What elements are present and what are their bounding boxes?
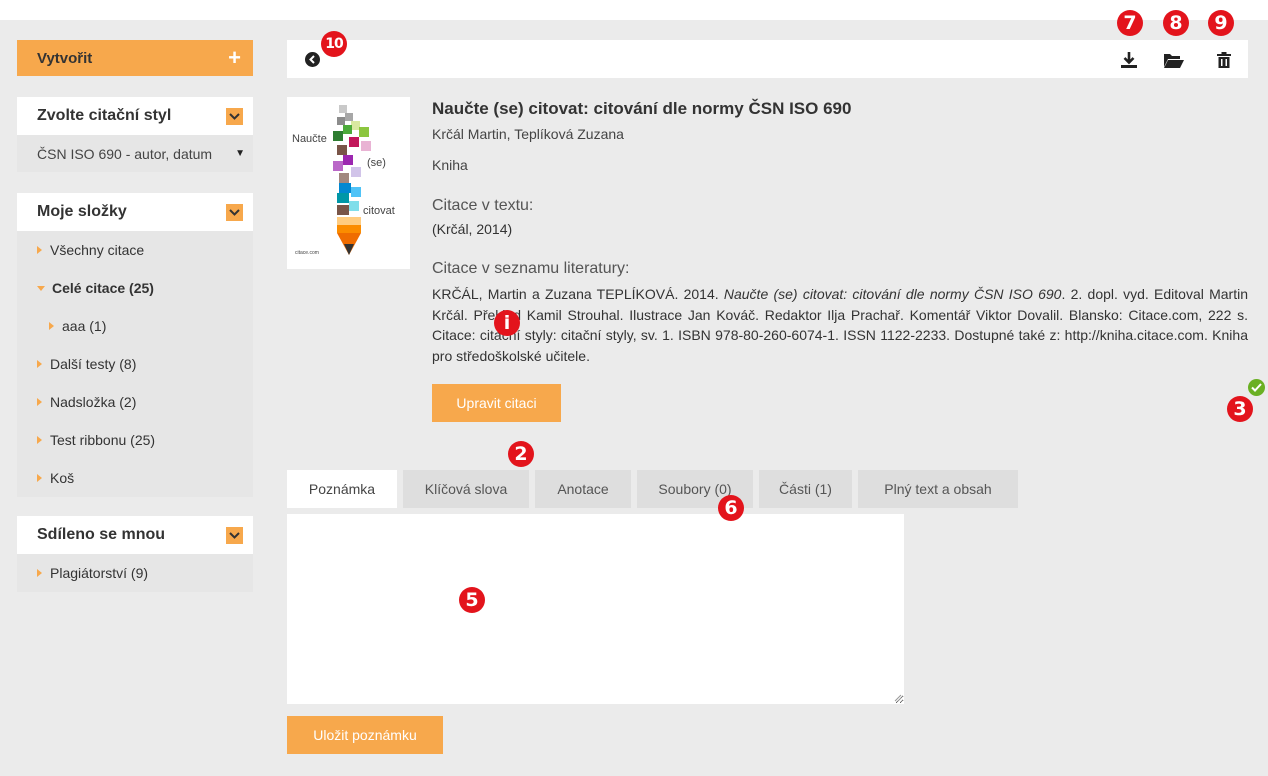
bibliography-citation: KRČÁL, Martin a Zuzana TEPLÍKOVÁ. 2014. … [432,284,1248,366]
detail-toolbar [287,40,1248,78]
annotation-badge-8: 8 [1163,10,1189,36]
folder-label: Celé citace (25) [52,280,154,296]
resize-handle-icon[interactable] [893,693,902,702]
citation-style-header[interactable]: Zvolte citační styl [17,97,253,135]
folder-label: Další testy (8) [50,356,137,372]
caret-right-icon [49,322,54,330]
citation-style-value: ČSN ISO 690 - autor, datum [37,145,213,162]
folder-item-active[interactable]: Celé citace (25) [17,269,253,307]
check-icon [1248,379,1265,396]
create-button[interactable]: Vytvořit + [17,40,253,76]
plus-icon: + [228,45,241,70]
citation-style-title: Zvolte citační styl [37,107,172,124]
cover-word-3: citovat [363,205,395,217]
edit-citation-button[interactable]: Upravit citaci [432,384,561,422]
tab-label: Plný text a obsah [884,481,992,497]
tab-label: Části (1) [779,481,832,497]
caret-right-icon [37,246,42,254]
bib-title-italic: Naučte (se) citovat: citování dle normy … [723,286,1062,302]
folder-item[interactable]: aaa (1) [17,307,253,345]
annotation-badge-9: 9 [1208,10,1234,36]
annotation-badge-2: 2 [508,441,534,467]
my-folders-header[interactable]: Moje složky [17,193,253,231]
shared-title: Sdíleno se mnou [37,526,166,543]
tab-keywords[interactable]: Klíčová slova [403,470,529,508]
chevron-down-icon[interactable] [226,526,243,544]
cover-word-1: Naučte [292,133,327,145]
caret-right-icon [37,436,42,444]
note-textarea[interactable] [287,514,904,704]
chevron-down-icon[interactable] [226,203,243,221]
caret-right-icon [37,474,42,482]
annotation-badge-1: i [494,310,520,336]
folder-label: Koš [50,470,75,486]
tab-label: Poznámka [308,481,376,497]
back-icon[interactable] [305,52,320,67]
folder-label: aaa (1) [62,318,107,334]
folder-label: Všechny citace [50,242,145,258]
bibliography-label: Citace v seznamu literatury: [432,260,630,277]
folder-item[interactable]: Test ribbonu (25) [17,421,253,459]
tab-label: Soubory (0) [658,481,732,497]
tab-parts[interactable]: Části (1) [759,470,852,508]
tab-fulltext[interactable]: Plný text a obsah [858,470,1018,508]
my-folders-title: Moje složky [37,203,127,220]
folder-open-icon[interactable] [1163,49,1185,71]
my-folders-panel: Moje složky Všechny citace Celé citace (… [17,193,253,497]
chevron-down-icon[interactable] [226,107,243,125]
download-icon[interactable] [1118,49,1140,71]
book-cover-image [333,105,371,255]
annotation-badge-5: 5 [459,587,485,613]
folder-item[interactable]: Nadsložka (2) [17,383,253,421]
bib-part-1: KRČÁL, Martin a Zuzana TEPLÍKOVÁ. 2014. [432,286,724,302]
folder-item-trash[interactable]: Koš [17,459,253,497]
save-note-button[interactable]: Uložit poznámku [287,716,443,754]
annotation-badge-6: 6 [718,495,744,521]
tab-annotation[interactable]: Anotace [535,470,631,508]
dropdown-arrow-icon: ▼ [235,148,245,159]
trash-icon[interactable] [1213,49,1235,71]
folder-label: Nadsložka (2) [50,394,137,410]
cover-publisher: citace.com [295,250,319,256]
in-text-citation-label: Citace v textu: [432,197,534,214]
tab-note[interactable]: Poznámka [287,470,397,508]
shared-panel: Sdíleno se mnou Plagiátorství (9) [17,516,253,592]
caret-right-icon [37,360,42,368]
caret-right-icon [37,398,42,406]
citation-style-select[interactable]: ČSN ISO 690 - autor, datum ▼ [17,135,253,172]
annotation-badge-3: 3 [1227,396,1253,422]
folder-label: Test ribbonu (25) [50,432,156,448]
shared-header[interactable]: Sdíleno se mnou [17,516,253,554]
folder-item[interactable]: Všechny citace [17,231,253,269]
caret-right-icon [37,569,42,577]
folder-label: Plagiátorství (9) [50,565,149,581]
annotation-badge-7: 7 [1117,10,1143,36]
annotation-badge-10: 10 [321,31,347,57]
folder-item[interactable]: Další testy (8) [17,345,253,383]
cover-word-2: (se) [367,157,386,169]
book-cover: Naučte (se) citovat citace.com [287,97,410,269]
caret-down-icon [37,285,45,291]
in-text-citation-value: (Krčál, 2014) [432,221,513,237]
create-label: Vytvořit [37,49,93,67]
tab-label: Klíčová slova [424,481,508,497]
citation-title: Naučte (se) citovat: citování dle normy … [432,99,852,118]
citation-authors: Krčál Martin, Teplíková Zuzana [432,126,624,142]
shared-folder-item[interactable]: Plagiátorství (9) [17,554,253,592]
citation-style-panel: Zvolte citační styl ČSN ISO 690 - autor,… [17,97,253,172]
tab-label: Anotace [557,481,609,497]
citation-type: Kniha [432,157,468,173]
